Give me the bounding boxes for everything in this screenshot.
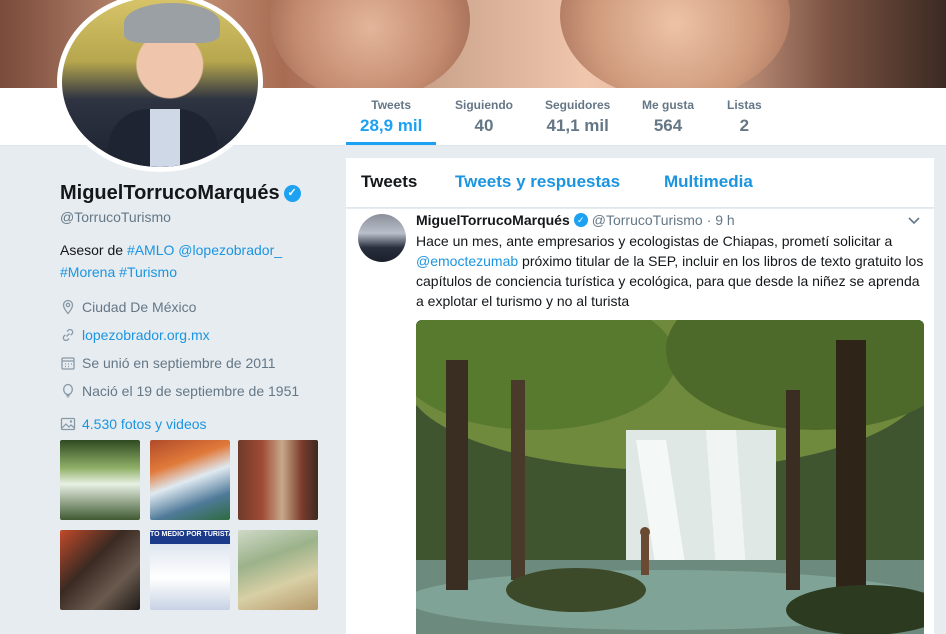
profile-bio: Asesor de #AMLO @lopezobrador_ #Morena #… <box>60 242 283 280</box>
tweet-media-image[interactable] <box>416 320 924 634</box>
balloon-icon <box>63 383 73 398</box>
image-icon <box>60 417 76 431</box>
location-pin-icon <box>62 299 74 315</box>
calendar-icon <box>61 357 75 370</box>
profile-location: Ciudad De México <box>82 299 197 315</box>
stat-value: 28,9 mil <box>360 116 423 135</box>
stat-label: Seguidores <box>545 98 611 112</box>
stat-likes[interactable]: Me gusta 564 <box>642 98 694 136</box>
photo-thumbnail[interactable] <box>238 530 318 610</box>
birthday-row: Nació el 19 de septiembre de 1951 <box>60 377 320 405</box>
profile-handle[interactable]: @TorrucoTurismo <box>60 209 320 225</box>
photo-thumbnail[interactable] <box>60 530 140 610</box>
photo-thumbnail[interactable] <box>238 440 318 520</box>
tweet-author-name[interactable]: MiguelTorrucoMarqués <box>416 212 570 228</box>
stat-value: 40 <box>474 116 494 135</box>
tab-tweets-replies[interactable]: Tweets y respuestas <box>455 172 620 192</box>
photos-videos-link[interactable]: 4.530 fotos y videos <box>60 413 320 435</box>
stat-value: 564 <box>653 116 683 135</box>
tweet-author-handle[interactable]: @TorrucoTurismo <box>592 212 703 228</box>
photo-thumbnail[interactable]: TO MEDIO POR TURISTA 53 <box>150 530 230 610</box>
tweet-author-avatar[interactable] <box>358 214 406 262</box>
timeline-tabs: Tweets Tweets y respuestas Multimedia <box>346 158 934 208</box>
tab-media[interactable]: Multimedia <box>664 172 753 192</box>
stat-followers[interactable]: Seguidores 41,1 mil <box>545 98 610 136</box>
bio-hashtag-turismo[interactable]: #Turismo <box>119 264 177 280</box>
waterfall-photo <box>416 320 924 634</box>
tab-tweets[interactable]: Tweets <box>361 172 417 192</box>
profile-avatar[interactable] <box>57 0 263 172</box>
bio-mention-lopezobrador[interactable]: @lopezobrador_ <box>178 242 282 258</box>
bio-hashtag-amlo[interactable]: #AMLO <box>127 242 174 258</box>
stat-tweets[interactable]: Tweets 28,9 mil <box>345 98 437 145</box>
stat-label: Me gusta <box>642 98 695 112</box>
website-row: lopezobrador.org.mx <box>60 321 320 349</box>
profile-card: MiguelTorrucoMarqués ✓ @TorrucoTurismo A… <box>60 182 320 435</box>
chevron-down-icon[interactable] <box>908 213 920 228</box>
banner-image-person-right <box>560 0 790 88</box>
bio-hashtag-morena[interactable]: #Morena <box>60 264 115 280</box>
verified-badge-icon: ✓ <box>573 213 588 227</box>
thumbnail-overlay-text: TO MEDIO POR TURISTA 53 <box>150 531 230 538</box>
stat-value: 41,1 mil <box>546 116 609 135</box>
profile-name-row: MiguelTorrucoMarqués ✓ <box>60 182 320 205</box>
tweet-timestamp[interactable]: · 9 h <box>707 212 735 228</box>
profile-birthday: Nació el 19 de septiembre de 1951 <box>82 383 300 399</box>
tweet-item[interactable]: MiguelTorrucoMarqués ✓ @TorrucoTurismo ·… <box>346 209 934 634</box>
tweet-header: MiguelTorrucoMarqués ✓ @TorrucoTurismo ·… <box>416 212 735 228</box>
tweet-text: Hace un mes, ante empresarios y ecologis… <box>416 233 924 309</box>
stat-label: Siguiendo <box>455 98 513 112</box>
stat-label: Listas <box>727 98 762 112</box>
profile-website-link[interactable]: lopezobrador.org.mx <box>82 327 210 343</box>
verified-badge-icon: ✓ <box>283 185 301 202</box>
joined-row: Se unió en septiembre de 2011 <box>60 349 320 377</box>
profile-meta: Ciudad De México lopezobrador.org.mx Se … <box>60 293 320 405</box>
banner-image-person-left <box>270 0 470 88</box>
stat-label: Tweets <box>371 98 412 112</box>
profile-name[interactable]: MiguelTorrucoMarqués <box>60 182 280 205</box>
profile-joined: Se unió en septiembre de 2011 <box>82 355 276 371</box>
stat-lists[interactable]: Listas 2 <box>727 98 762 136</box>
photo-thumbnail[interactable] <box>60 440 140 520</box>
stat-following[interactable]: Siguiendo 40 <box>455 98 513 136</box>
tweet-mention-link[interactable]: @emoctezumab <box>416 253 518 269</box>
photo-thumbnail[interactable] <box>150 440 230 520</box>
stat-value: 2 <box>739 116 750 135</box>
link-icon <box>62 328 74 342</box>
location-row: Ciudad De México <box>60 293 320 321</box>
